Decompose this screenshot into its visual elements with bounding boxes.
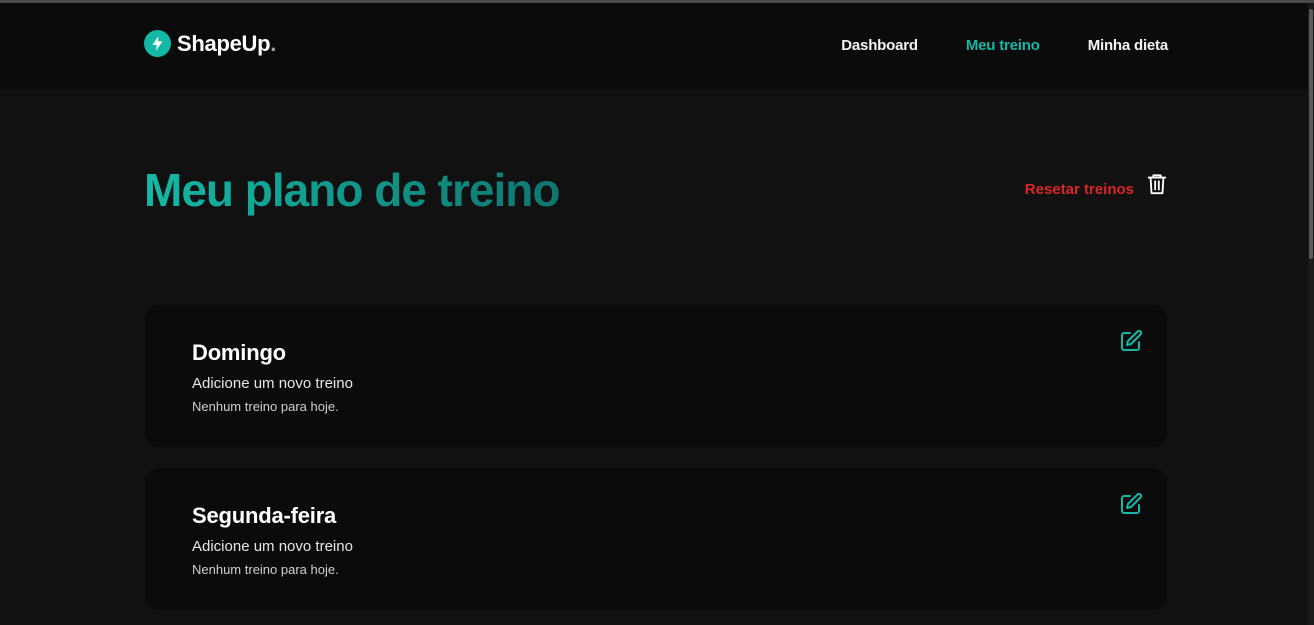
nav-item-meu-treino[interactable]: Meu treino — [966, 37, 1040, 54]
trash-icon[interactable] — [1146, 172, 1168, 201]
nav-item-dashboard[interactable]: Dashboard — [841, 37, 918, 54]
scrollbar-thumb[interactable] — [1309, 9, 1313, 259]
empty-workout-text: Nenhum treino para hoje. — [192, 562, 339, 577]
reset-workouts-button[interactable]: Resetar treinos — [1025, 172, 1168, 201]
edit-icon[interactable] — [1119, 329, 1143, 353]
day-card-segunda-feira: Segunda-feira Adicione um novo treino Ne… — [145, 468, 1167, 610]
nav-item-minha-dieta[interactable]: Minha dieta — [1088, 37, 1169, 54]
page-title: Meu plano de treino — [144, 164, 560, 216]
edit-icon[interactable] — [1119, 492, 1143, 516]
day-card-domingo: Domingo Adicione um novo treino Nenhum t… — [145, 305, 1167, 447]
brand-logo[interactable]: ShapeUp. — [144, 30, 276, 57]
empty-workout-text: Nenhum treino para hoje. — [192, 399, 339, 414]
main-nav: Dashboard Meu treino Minha dieta — [841, 37, 1168, 54]
add-workout-text[interactable]: Adicione um novo treino — [192, 538, 353, 555]
brand-name: ShapeUp. — [177, 30, 277, 56]
add-workout-text[interactable]: Adicione um novo treino — [192, 375, 353, 392]
lightning-icon — [144, 30, 171, 57]
page-scrollbar[interactable] — [1308, 3, 1314, 625]
day-title: Segunda-feira — [192, 503, 337, 528]
day-title: Domingo — [192, 340, 286, 365]
reset-workouts-label: Resetar treinos — [1024, 181, 1134, 198]
top-navbar: ShapeUp. Dashboard Meu treino Minha diet… — [0, 3, 1314, 89]
